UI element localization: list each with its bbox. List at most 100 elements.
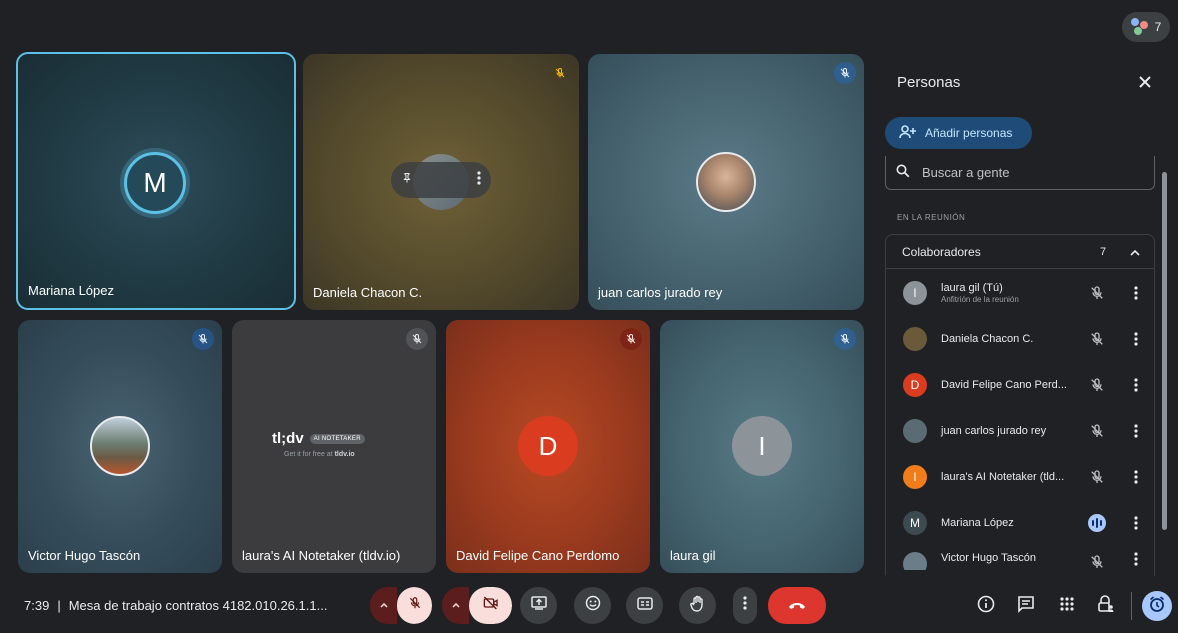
- participants-badge[interactable]: 7: [1122, 12, 1170, 42]
- add-person-icon: [899, 124, 917, 142]
- avatar: [903, 327, 927, 351]
- mic-toggle-button[interactable]: [397, 587, 432, 624]
- avatar-mariana: M: [124, 152, 186, 214]
- section-label: EN LA REUNIÓN: [897, 213, 966, 222]
- tldv-subtitle: Get it for free at tldv.io: [284, 451, 355, 458]
- chat-icon: [1017, 595, 1035, 618]
- participant-name: Victor Hugo Tascón: [941, 552, 1036, 564]
- more-vert-icon[interactable]: [1129, 286, 1143, 300]
- participant-role: Anfitrión de la reunión: [941, 295, 1019, 304]
- mic-off-icon[interactable]: [1087, 329, 1107, 349]
- avatar: D: [903, 373, 927, 397]
- more-vert-icon[interactable]: [1129, 332, 1143, 346]
- avatar-juan: [696, 152, 756, 212]
- participant-row[interactable]: Daniela Chacon C.: [885, 316, 1155, 362]
- video-tile-mariana[interactable]: M Mariana López: [16, 52, 296, 310]
- participant-count: 7: [1154, 20, 1162, 34]
- participant-row[interactable]: juan carlos jurado rey: [885, 408, 1155, 454]
- more-vert-icon[interactable]: [477, 170, 481, 190]
- clock-time: 7:39: [24, 598, 50, 613]
- more-vert-icon[interactable]: [1129, 424, 1143, 438]
- participant-text: juan carlos jurado rey: [941, 425, 1087, 437]
- meeting-info: 7:39 | Mesa de trabajo contratos 4182.01…: [24, 598, 327, 613]
- tile-name: Mariana López: [28, 283, 114, 298]
- leave-call-button[interactable]: [768, 587, 826, 624]
- participant-name: laura gil (Tú): [941, 282, 1003, 294]
- lock-person-icon: [1097, 594, 1115, 618]
- video-tile-laura[interactable]: I laura gil: [660, 320, 864, 573]
- captions-button[interactable]: [626, 587, 663, 624]
- mic-off-icon[interactable]: [1087, 467, 1107, 487]
- tile-actions-overlay[interactable]: [391, 162, 491, 198]
- search-field[interactable]: Buscar a gente: [885, 156, 1155, 190]
- meeting-details-button[interactable]: [972, 592, 1000, 620]
- more-options-button[interactable]: [733, 587, 757, 624]
- participant-name: Mariana López: [941, 517, 1014, 529]
- camera-control-group: [442, 587, 512, 624]
- host-controls-button[interactable]: [1092, 592, 1120, 620]
- video-tile-victor[interactable]: Victor Hugo Tascón: [18, 320, 222, 573]
- hand-icon: [689, 595, 706, 617]
- avatar: [903, 419, 927, 443]
- video-tile-notetaker[interactable]: tl;dv AI NOTETAKER Get it for free at tl…: [232, 320, 436, 573]
- tldv-brand: tl;dv: [272, 430, 304, 447]
- participant-name: David Felipe Cano Perd...: [941, 379, 1067, 391]
- people-panel: Personas Añadir personas Buscar a gente …: [877, 56, 1171, 576]
- participant-text: Daniela Chacon C.: [941, 333, 1087, 345]
- video-tile-juan[interactable]: juan carlos jurado rey: [588, 54, 864, 310]
- more-vert-icon[interactable]: [1129, 516, 1143, 530]
- reactions-button[interactable]: [574, 587, 611, 624]
- activities-button[interactable]: [1053, 592, 1081, 620]
- more-vert-icon[interactable]: [1129, 470, 1143, 484]
- collaborators-header[interactable]: Colaboradores 7: [886, 235, 1154, 269]
- more-vert-icon[interactable]: [1129, 378, 1143, 392]
- add-people-button[interactable]: Añadir personas: [885, 117, 1032, 149]
- chevron-up-icon[interactable]: [1130, 245, 1140, 259]
- participant-name: laura's AI Notetaker (tld...: [941, 471, 1065, 483]
- present-screen-button[interactable]: [520, 587, 557, 624]
- mic-off-icon[interactable]: [1087, 283, 1107, 303]
- tldv-logo: tl;dv AI NOTETAKER: [272, 430, 365, 447]
- participant-row[interactable]: M Mariana López: [885, 500, 1155, 546]
- close-icon[interactable]: [1135, 72, 1155, 92]
- mic-off-icon: [406, 328, 428, 350]
- participant-text: laura gil (Tú) Anfitrión de la reunión: [941, 282, 1087, 304]
- participant-row[interactable]: l laura's AI Notetaker (tld...: [885, 454, 1155, 500]
- video-tile-daniela[interactable]: Daniela Chacon C.: [303, 54, 579, 310]
- call-end-icon: [787, 597, 807, 615]
- avatar-laura: I: [732, 416, 792, 476]
- alarm-clock-icon: [1148, 595, 1166, 618]
- participant-row[interactable]: l laura gil (Tú) Anfitrión de la reunión: [885, 270, 1155, 316]
- group-count: 7: [1100, 245, 1107, 258]
- meeting-title: Mesa de trabajo contratos 4182.010.26.1.…: [68, 598, 328, 613]
- mic-off-icon: [834, 62, 856, 84]
- chat-button[interactable]: [1012, 592, 1040, 620]
- tile-name: laura gil: [670, 548, 716, 563]
- tile-name: juan carlos jurado rey: [598, 285, 723, 300]
- mic-options-button[interactable]: [370, 587, 397, 624]
- avatar: M: [903, 511, 927, 535]
- camera-toggle-button[interactable]: [469, 587, 512, 624]
- mic-off-icon: [549, 62, 571, 84]
- timer-button[interactable]: [1142, 591, 1172, 621]
- mic-off-icon[interactable]: [1087, 375, 1107, 395]
- tile-name: Daniela Chacon C.: [313, 285, 423, 300]
- panel-scrollbar[interactable]: [1162, 172, 1167, 530]
- raise-hand-button[interactable]: [679, 587, 716, 624]
- add-people-label: Añadir personas: [925, 126, 1013, 140]
- toolbar-divider: [1131, 592, 1132, 620]
- avatar-david: D: [518, 416, 578, 476]
- avatar: [903, 552, 927, 570]
- participant-name: juan carlos jurado rey: [941, 425, 1047, 437]
- camera-options-button[interactable]: [442, 587, 469, 624]
- video-tile-david[interactable]: D David Felipe Cano Perdomo: [446, 320, 650, 573]
- mic-off-icon: [620, 328, 642, 350]
- mic-off-icon[interactable]: [1087, 421, 1107, 441]
- participant-row[interactable]: Victor Hugo Tascón: [885, 546, 1155, 570]
- speaking-indicator-icon[interactable]: [1087, 513, 1107, 533]
- tile-name: laura's AI Notetaker (tldv.io): [242, 548, 401, 563]
- mic-off-icon[interactable]: [1087, 552, 1107, 570]
- more-vert-icon[interactable]: [1129, 552, 1143, 566]
- participant-row[interactable]: D David Felipe Cano Perd...: [885, 362, 1155, 408]
- pin-icon[interactable]: [401, 171, 413, 189]
